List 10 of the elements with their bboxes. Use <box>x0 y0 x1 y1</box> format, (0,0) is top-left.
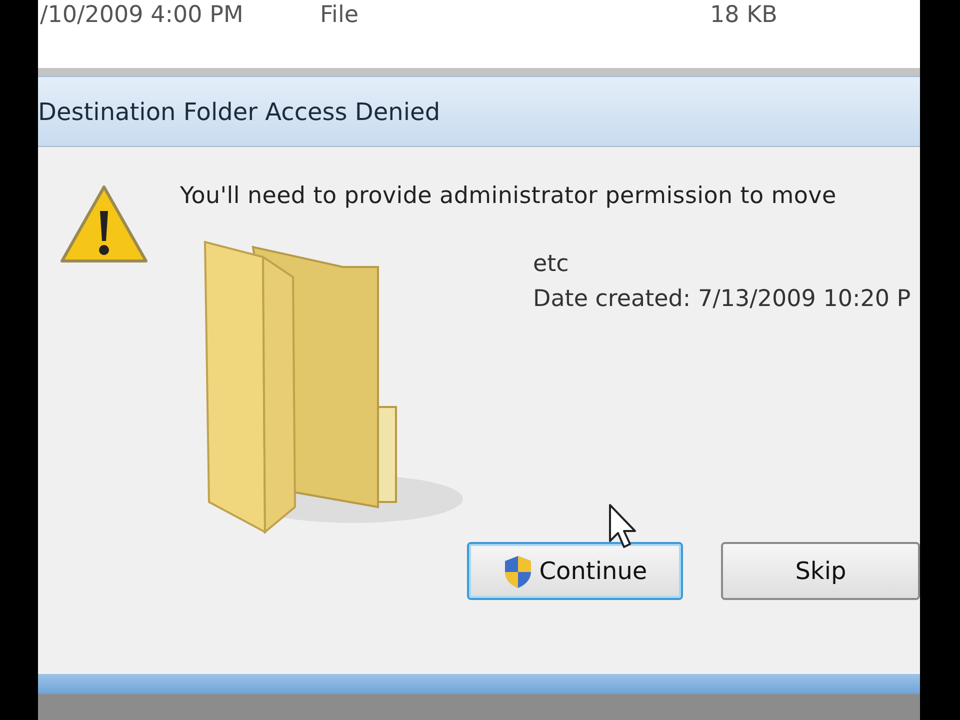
date-modified-text: /10/2009 4:00 PM <box>40 1 244 30</box>
file-size-text: 18 KB <box>710 1 778 30</box>
skip-button[interactable]: Skip <box>721 542 920 600</box>
continue-button[interactable]: Continue <box>467 542 684 600</box>
date-created-text: Date created: 7/13/2009 10:20 P <box>533 284 911 314</box>
dialog-title: Destination Folder Access Denied <box>38 96 440 128</box>
cursor-icon <box>608 503 638 551</box>
message-text: You'll need to provide administrator permission to move <box>180 182 836 211</box>
file-type-text: File <box>320 1 360 30</box>
item-name: etc <box>533 250 570 279</box>
